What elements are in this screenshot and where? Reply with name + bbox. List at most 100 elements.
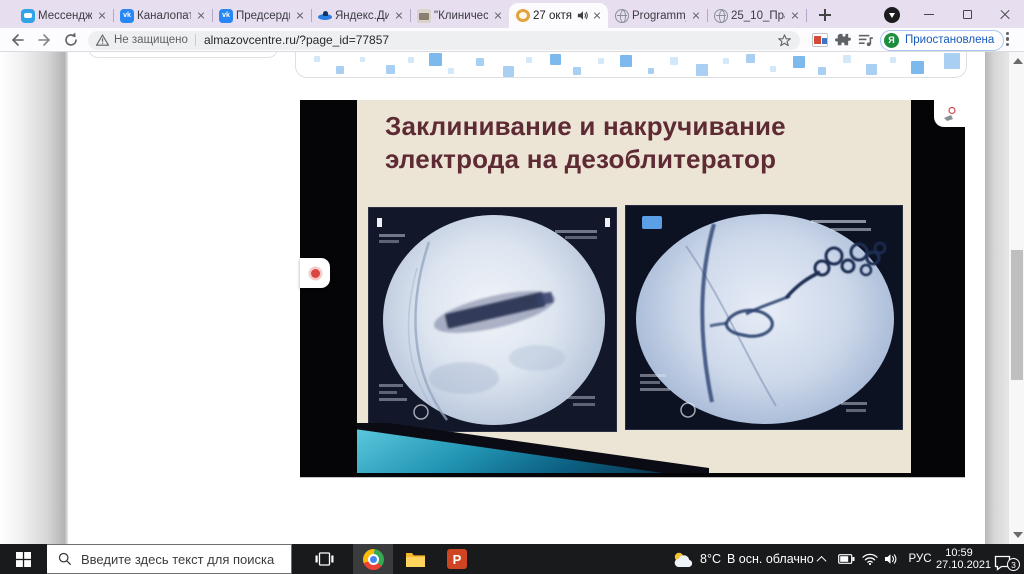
tab-yandex-disk[interactable]: Яндекс.Дис (311, 3, 411, 28)
tab-kanalopat[interactable]: vk Каналопат (113, 3, 213, 28)
tab-close-icon[interactable] (293, 9, 306, 22)
reload-icon[interactable] (62, 31, 80, 49)
tab-title: Programm_ (632, 9, 686, 22)
video-bottom-border (300, 477, 965, 478)
notification-badge: 3 (1007, 558, 1020, 571)
tab-predserdn[interactable]: vk Предсердн (212, 3, 312, 28)
task-view-button[interactable] (303, 544, 345, 574)
taskbar-weather-widget[interactable]: 8°C В осн. облачно (672, 544, 818, 574)
slide-title-line1: Заклинивание и накручивание (385, 111, 786, 141)
tab-title: 27 октя (533, 9, 573, 22)
slide: Заклинивание и накручивание электрода на… (357, 100, 911, 473)
browser-menu-icon[interactable] (1006, 32, 1010, 48)
taskbar-search-box[interactable] (47, 544, 292, 574)
vk-icon: vk (219, 8, 233, 23)
presentation-video[interactable]: Заклинивание и накручивание электрода на… (300, 100, 965, 477)
start-button[interactable] (0, 544, 47, 574)
media-controls-icon[interactable] (857, 32, 874, 49)
fluoroscopy-image-left (368, 207, 617, 432)
minimize-button[interactable] (910, 1, 948, 28)
profile-sync-paused-button[interactable]: Я Приостановлена (880, 29, 1005, 51)
chrome-icon (362, 548, 384, 570)
weather-temperature: 8°C (700, 552, 721, 566)
back-icon[interactable] (8, 31, 26, 49)
tray-expand-button[interactable] (816, 544, 834, 574)
close-window-button[interactable] (986, 1, 1024, 28)
minimize-icon (924, 13, 934, 16)
network-indicator[interactable] (862, 544, 882, 574)
new-tab-button[interactable] (813, 3, 837, 27)
tab-messenger[interactable]: Мессендже (14, 3, 114, 28)
chevron-up-icon (816, 555, 827, 566)
bookmark-star-icon[interactable] (777, 33, 792, 48)
extensions-puzzle-icon[interactable] (834, 32, 851, 49)
globe-icon (714, 8, 728, 23)
messenger-icon (21, 8, 35, 23)
tab-title: Мессендже (38, 9, 92, 22)
tab-close-icon[interactable] (194, 9, 207, 22)
taskbar-explorer-button[interactable] (395, 544, 435, 574)
browser-tab-strip: Мессендже vk Каналопат vk Предсердн Янде… (0, 0, 1024, 28)
record-dot-icon (310, 268, 320, 278)
tab-kliniches[interactable]: "Клиничес (410, 3, 509, 28)
tab-close-icon[interactable] (491, 9, 504, 22)
taskbar-chrome-button[interactable] (353, 544, 393, 574)
task-view-icon (315, 552, 333, 566)
pointer-tool-button[interactable] (934, 100, 965, 127)
weather-condition: В осн. облачно (726, 552, 814, 566)
image-icon (417, 8, 431, 23)
url-text: almazovcentre.ru/?page_id=77857 (203, 33, 390, 47)
scroll-up-arrow-icon[interactable] (1012, 58, 1023, 64)
fluoroscopy-image-right (625, 205, 903, 430)
page-left-shadow (0, 52, 68, 544)
taskbar-search-input[interactable] (81, 551, 276, 567)
scroll-down-arrow-icon[interactable] (1012, 532, 1023, 538)
language-label: РУС (908, 553, 932, 565)
tab-25-10[interactable]: 25_10_Пра (707, 3, 807, 28)
tab-close-icon[interactable] (392, 9, 405, 22)
battery-indicator[interactable] (838, 544, 858, 574)
close-icon (999, 9, 1011, 21)
partial-card (88, 52, 278, 58)
tab-audio-icon[interactable] (577, 10, 589, 21)
xray-overlay-left (377, 218, 610, 421)
tab-close-icon[interactable] (788, 9, 801, 22)
tab-title: Каналопат (137, 9, 191, 22)
weather-cloud-icon (674, 552, 693, 567)
tab-27-oct-active[interactable]: 27 октя (509, 3, 608, 28)
taskbar-clock[interactable]: 10:59 27.10.2021 (936, 544, 992, 574)
clock-date: 27.10.2021 (936, 559, 992, 571)
maximize-button[interactable] (948, 1, 986, 28)
volume-indicator[interactable] (884, 544, 902, 574)
annotation-side-tab[interactable] (300, 258, 330, 288)
omnibox-divider (194, 34, 196, 46)
web-page-content: Заклинивание и накручивание электрода на… (0, 52, 1024, 544)
forward-icon[interactable] (36, 31, 54, 49)
taskbar-powerpoint-button[interactable]: P (437, 544, 477, 574)
vk-icon: vk (120, 8, 134, 23)
action-center-button[interactable]: 3 (992, 544, 1022, 574)
ring-icon (516, 9, 530, 22)
tab-title: "Клиничес (434, 9, 488, 22)
language-indicator[interactable]: РУС (904, 544, 936, 574)
images-extension-icon[interactable] (812, 33, 828, 47)
maximize-icon (962, 10, 972, 19)
tab-close-icon[interactable] (95, 9, 108, 22)
scrollbar-thumb[interactable] (1010, 250, 1023, 380)
windows-taskbar: P 8°C В осн. облачно (0, 544, 1024, 574)
titlebar-profile-icon[interactable] (884, 7, 900, 23)
security-label: Не защищено (114, 34, 188, 46)
page-right-shadow (985, 52, 1008, 544)
page-scrollbar[interactable] (1008, 52, 1024, 544)
address-bar[interactable]: Не защищено almazovcentre.ru/?page_id=77… (88, 30, 800, 50)
battery-icon (838, 554, 855, 564)
profile-avatar: Я (884, 32, 899, 48)
globe-icon (615, 8, 629, 23)
search-icon (58, 552, 72, 566)
not-secure-warning-icon (96, 34, 109, 46)
speaker-icon (885, 554, 897, 564)
tab-close-icon[interactable] (590, 9, 603, 22)
yandex-disk-icon (318, 9, 332, 23)
tab-close-icon[interactable] (689, 9, 702, 22)
tab-programm[interactable]: Programm_ (608, 3, 708, 28)
